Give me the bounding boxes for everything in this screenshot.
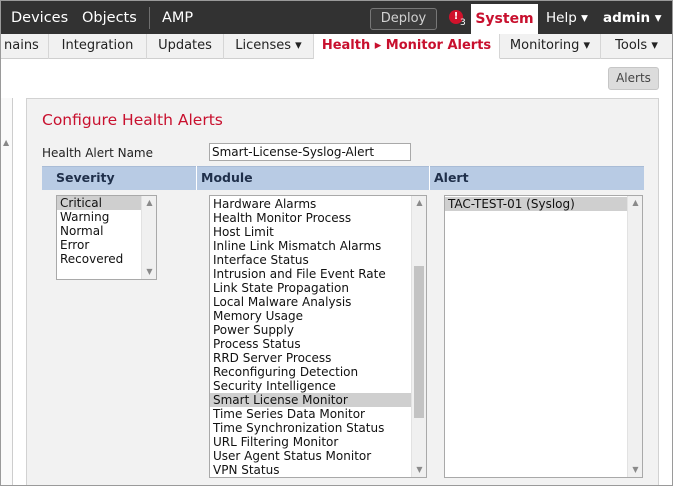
left-scroll-gutter: ▲ (1, 98, 13, 485)
panel-title: Configure Health Alerts (42, 111, 223, 129)
configure-health-alerts-panel: Configure Health Alerts Health Alert Nam… (26, 98, 659, 485)
module-scrollbar[interactable]: ▲ ▼ (411, 196, 426, 477)
module-option[interactable]: URL Filtering Monitor (210, 435, 426, 449)
tab-licenses[interactable]: Licenses ▾ (224, 34, 314, 59)
alert-column-header: Alert (430, 166, 644, 190)
alert-items: TAC-TEST-01 (Syslog) (445, 196, 642, 211)
scroll-up-icon[interactable]: ▲ (412, 196, 426, 210)
nav-amp[interactable]: AMP (162, 10, 193, 26)
module-option[interactable]: RRD Server Process (210, 351, 426, 365)
tab-integration[interactable]: Integration (49, 34, 147, 59)
module-option[interactable]: Memory Usage (210, 309, 426, 323)
scroll-up-icon[interactable]: ▲ (3, 138, 9, 147)
app-window: Devices Objects AMP Deploy ! 3 System He… (0, 0, 673, 486)
nav-objects[interactable]: Objects (82, 10, 137, 26)
module-option[interactable]: Hardware Alarms (210, 197, 426, 211)
module-option[interactable]: Smart License Monitor (210, 393, 426, 407)
severity-column-header: Severity (42, 166, 196, 190)
module-scrollbar-thumb[interactable] (414, 266, 424, 418)
scroll-down-icon[interactable]: ▼ (412, 463, 426, 477)
severity-scrollbar[interactable]: ▲ ▼ (141, 196, 156, 279)
secondary-navigation-bar: nains Integration Updates Licenses ▾ Hea… (1, 34, 672, 59)
nav-devices[interactable]: Devices (11, 10, 68, 26)
module-option[interactable]: Health Monitor Process (210, 211, 426, 225)
alerts-button[interactable]: Alerts (608, 67, 659, 90)
tab-domains[interactable]: nains (1, 34, 49, 59)
severity-listbox[interactable]: Critical Warning Normal Error Recovered ▲ ▼ (56, 195, 157, 280)
health-alert-name-label: Health Alert Name (42, 146, 153, 160)
module-column-header: Module (197, 166, 429, 190)
module-option[interactable]: Reconfiguring Detection (210, 365, 426, 379)
nav-system[interactable]: System (471, 4, 538, 34)
nav-divider (149, 7, 150, 29)
module-option[interactable]: VPN Status (210, 463, 426, 477)
alert-count-badge: 3 (460, 18, 466, 28)
module-option[interactable]: Process Status (210, 337, 426, 351)
module-option[interactable]: Power Supply (210, 323, 426, 337)
module-option[interactable]: Interface Status (210, 253, 426, 267)
module-option[interactable]: Time Series Data Monitor (210, 407, 426, 421)
module-option[interactable]: User Agent Status Monitor (210, 449, 426, 463)
scroll-up-icon[interactable]: ▲ (142, 196, 156, 210)
module-option[interactable]: Time Synchronization Status (210, 421, 426, 435)
tab-updates[interactable]: Updates (147, 34, 224, 59)
deploy-button[interactable]: Deploy (370, 8, 437, 30)
module-option[interactable]: Intrusion and File Event Rate (210, 267, 426, 281)
alert-option[interactable]: TAC-TEST-01 (Syslog) (445, 197, 642, 211)
alert-listbox[interactable]: TAC-TEST-01 (Syslog) ▲ ▼ (444, 195, 643, 478)
scroll-down-icon[interactable]: ▼ (142, 265, 156, 279)
tab-tools[interactable]: Tools ▾ (601, 34, 672, 59)
module-option[interactable]: Host Limit (210, 225, 426, 239)
module-option[interactable]: Link State Propagation (210, 281, 426, 295)
module-listbox[interactable]: Hardware Alarms Health Monitor Process Hos… (209, 195, 427, 478)
tab-monitoring[interactable]: Monitoring ▾ (500, 34, 601, 59)
alert-scrollbar[interactable]: ▲ ▼ (627, 196, 642, 477)
module-option[interactable]: Security Intelligence (210, 379, 426, 393)
nav-user-menu[interactable]: admin ▾ (603, 10, 662, 26)
module-items: Hardware Alarms Health Monitor Process Hos… (210, 196, 426, 477)
nav-help-menu[interactable]: Help ▾ (546, 10, 588, 26)
module-option[interactable]: Inline Link Mismatch Alarms (210, 239, 426, 253)
scroll-up-icon[interactable]: ▲ (628, 196, 642, 210)
tab-health-monitor-alerts[interactable]: Health ▸ Monitor Alerts (314, 34, 500, 59)
scroll-down-icon[interactable]: ▼ (628, 463, 642, 477)
top-navigation-bar: Devices Objects AMP Deploy ! 3 System He… (1, 1, 672, 34)
health-alert-name-input[interactable]: Smart-License-Syslog-Alert (209, 143, 411, 161)
module-option[interactable]: Local Malware Analysis (210, 295, 426, 309)
